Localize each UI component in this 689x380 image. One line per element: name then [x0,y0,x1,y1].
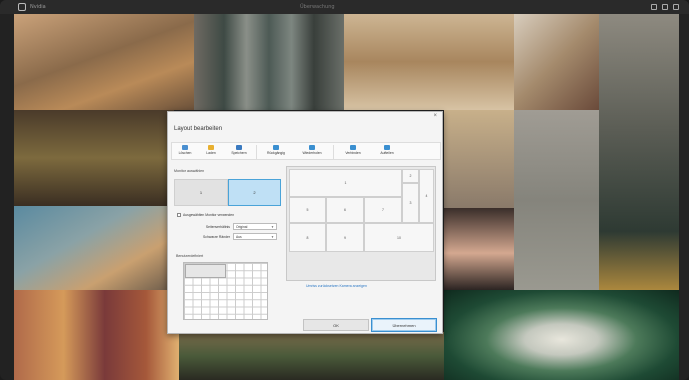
delete-button[interactable]: Löschen [172,143,198,160]
monitor-section-label: Monitor auswählen [174,169,205,173]
use-monitor-row: Ausgewählten Monitor verwenden [177,213,234,217]
layout-cell[interactable]: 10 [364,223,434,252]
merge-icon [350,145,356,150]
layout-cell[interactable]: 1 [289,169,402,197]
load-label: Laden [206,151,216,155]
load-button[interactable]: Laden [198,143,224,160]
custom-grid-picker[interactable] [183,262,268,320]
layout-cell[interactable]: 4 [419,169,434,223]
ok-button[interactable]: OK [303,319,369,331]
camera-tile[interactable] [599,14,679,304]
dialog-title: Layout bearbeiten [174,126,223,132]
custom-grid-label: Benutzerdefiniert [176,254,204,258]
app-logo-icon [18,3,26,11]
undo-label: Rückgängig [267,151,285,155]
maximize-icon[interactable] [662,4,668,10]
camera-tile[interactable] [514,14,599,110]
chevron-down-icon: ▼ [271,224,274,229]
layout-cell[interactable]: 5 [289,197,326,223]
camera-tile[interactable] [14,110,174,206]
merge-label: Verbinden [345,151,361,155]
title-bar: Nvidia Überwachung [0,0,689,14]
undo-button[interactable]: Rückgängig [259,143,293,160]
save-button[interactable]: Speichern [224,143,254,160]
save-icon [236,145,242,150]
toolbar-divider [256,145,257,159]
camera-tile[interactable] [444,110,514,208]
camera-tile[interactable] [14,290,179,380]
camera-tile[interactable] [14,206,174,290]
redo-icon [309,145,315,150]
window-title: Überwachung [300,4,335,10]
aspect-ratio-row: Seitenverhältnis Original ▼ [188,223,277,230]
use-monitor-checkbox[interactable] [177,213,181,217]
layout-cell[interactable]: 6 [326,197,364,223]
merge-button[interactable]: Verbinden [336,143,370,160]
camera-tile[interactable] [194,14,344,110]
split-icon [384,145,390,150]
split-button[interactable]: Aufteilen [370,143,404,160]
app-title: Nvidia [30,4,46,10]
layout-edit-dialog: Layout bearbeiten × Löschen Laden Speich… [167,111,443,334]
layout-cell[interactable]: 7 [364,197,402,223]
chevron-down-icon: ▼ [271,234,274,239]
redo-label: Wiederholen [302,151,322,155]
black-borders-value: Aus [236,234,242,239]
split-label: Aufteilen [380,151,394,155]
grid-selection [185,264,226,278]
black-borders-select[interactable]: Aus ▼ [233,233,277,240]
save-label: Speichern [231,151,247,155]
window-controls [651,4,679,10]
camera-tile[interactable] [179,332,444,380]
camera-tile[interactable] [14,14,194,110]
use-monitor-label: Ausgewählten Monitor verwenden [183,213,235,217]
undo-icon [273,145,279,150]
layout-cell[interactable]: 3 [402,183,419,223]
apply-button[interactable]: Übernehmen [371,318,437,332]
monitor-1-button[interactable]: 1 [174,179,228,206]
black-borders-label: Schwarze Ränder [203,234,230,239]
monitor-2-button[interactable]: 2 [228,179,281,206]
aspect-ratio-select[interactable]: Original ▼ [233,223,277,230]
camera-tile[interactable] [444,290,679,380]
dialog-close-icon[interactable]: × [433,113,437,119]
folder-icon [208,145,214,150]
reset-layout-link[interactable]: Umriss zurücksetzen Kamera anzeigen [306,284,367,288]
aspect-ratio-label: Seitenverhältnis [205,224,230,229]
close-icon[interactable] [673,4,679,10]
layout-cell[interactable]: 9 [326,223,364,252]
layout-cell[interactable]: 2 [402,169,419,183]
screen: Nvidia Überwachung Layout bearbeiten × L… [0,0,689,380]
camera-tile[interactable] [444,208,514,290]
toolbar-divider [333,145,334,159]
dialog-toolbar: Löschen Laden Speichern Rückgängig Wiede… [171,142,441,160]
camera-tile[interactable] [514,110,599,290]
layout-cell[interactable]: 8 [289,223,326,252]
minimize-icon[interactable] [651,4,657,10]
aspect-ratio-value: Original [236,224,248,229]
black-borders-row: Schwarze Ränder Aus ▼ [188,233,277,240]
camera-tile[interactable] [344,14,514,110]
layout-preview: 1 2 3 4 5 6 7 8 9 10 [286,166,436,281]
delete-label: Löschen [178,151,192,155]
delete-icon [182,145,188,150]
redo-button[interactable]: Wiederholen [293,143,331,160]
